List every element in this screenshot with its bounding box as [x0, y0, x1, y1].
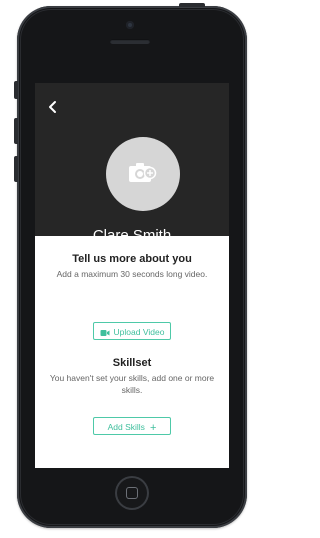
mute-switch: [14, 81, 18, 99]
plus-icon: +: [149, 422, 157, 434]
about-section: Tell us more about you Add a maximum 30 …: [35, 253, 229, 280]
skills-title: Skillset: [112, 357, 152, 369]
add-skills-label: Add Skills: [107, 422, 145, 432]
earpiece-speaker: [110, 39, 150, 44]
phone-frame: Clare Smith Tell us more about you Add a…: [14, 3, 247, 528]
upload-video-label: Upload Video: [113, 327, 165, 337]
chevron-left-icon: [49, 101, 56, 113]
volume-down-button: [14, 156, 18, 182]
about-subtitle: Add a maximum 30 seconds long video.: [56, 269, 208, 279]
skills-section: Skillset You haven't set your skills, ad…: [35, 357, 229, 396]
power-button: [179, 3, 205, 7]
home-square-icon: [126, 487, 138, 499]
about-title: Tell us more about you: [72, 253, 192, 265]
video-camera-icon: [100, 330, 110, 336]
add-skills-button[interactable]: Add Skills +: [93, 417, 171, 435]
volume-up-button: [14, 118, 18, 144]
profile-name: Clare Smith: [92, 227, 172, 244]
app-screen: Clare Smith Tell us more about you Add a…: [35, 83, 229, 468]
upload-video-button[interactable]: Upload Video: [93, 322, 171, 340]
front-camera: [126, 21, 134, 29]
profile-header: [35, 83, 229, 236]
avatar[interactable]: [106, 137, 180, 211]
back-button[interactable]: [43, 97, 63, 117]
home-button[interactable]: [115, 476, 149, 510]
camera-icon: [129, 163, 157, 182]
skills-subtitle: You haven't set your skills, add one or …: [49, 373, 215, 395]
